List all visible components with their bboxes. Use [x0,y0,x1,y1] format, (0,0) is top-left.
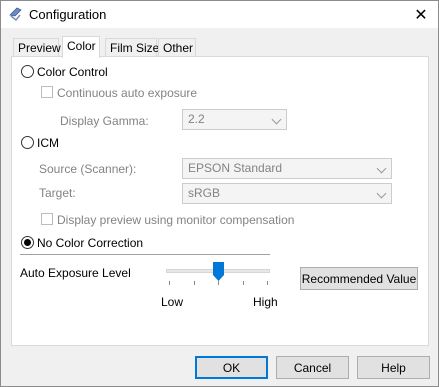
source-scanner-label: Source (Scanner): [39,162,137,176]
target-label: Target: [39,186,76,200]
no-color-correction-radio[interactable] [21,236,34,249]
help-button[interactable]: Help [357,356,430,379]
display-gamma-select[interactable]: 2.2 [182,109,287,130]
window-title: Configuration [29,7,107,22]
auto-exposure-level-label: Auto Exposure Level [20,266,131,280]
tab-other[interactable]: Other [158,38,196,57]
continuous-auto-exposure-label: Continuous auto exposure [57,86,198,100]
slider-tick [243,281,244,285]
continuous-auto-exposure-checkbox[interactable] [41,86,53,98]
slider-high-label: High [253,295,278,309]
source-scanner-select[interactable]: EPSON Standard [182,158,392,179]
tab-preview[interactable]: Preview [13,38,61,57]
ok-button[interactable]: OK [195,356,268,379]
close-icon: ✕ [414,6,428,24]
slider-tick [218,281,219,285]
source-scanner-value: EPSON Standard [188,161,283,175]
tab-color[interactable]: Color [62,36,100,58]
cancel-button[interactable]: Cancel [276,356,349,379]
chevron-down-icon [376,163,387,174]
no-color-correction-label: No Color Correction [37,236,144,250]
display-preview-compensation-checkbox[interactable] [41,213,53,225]
display-preview-compensation-label: Display preview using monitor compensati… [57,213,295,227]
target-value: sRGB [188,186,221,200]
slider-low-label: Low [161,295,184,309]
display-gamma-value: 2.2 [188,112,205,126]
chevron-down-icon [376,188,387,199]
title-bar[interactable]: Configuration ✕ [1,1,438,28]
slider-tick [194,281,195,285]
auto-exposure-slider-thumb[interactable] [213,262,224,281]
configuration-dialog: Configuration ✕ Preview Color Film Size … [0,0,439,387]
display-gamma-label: Display Gamma: [60,114,149,128]
chevron-down-icon [271,114,282,125]
slider-tick [267,281,268,285]
tab-film-size[interactable]: Film Size [105,38,159,57]
color-control-label: Color Control [37,65,108,79]
color-control-radio[interactable] [21,65,34,78]
section-divider [20,254,270,255]
icm-label: ICM [37,136,59,150]
epson-scan-icon [8,6,24,22]
close-button[interactable]: ✕ [404,1,438,28]
color-tab-panel: Color Control Continuous auto exposure D… [11,56,429,346]
target-select[interactable]: sRGB [182,183,392,204]
slider-tick [169,281,170,285]
recommended-value-button[interactable]: Recommended Value [300,267,418,290]
icm-radio[interactable] [21,136,34,149]
